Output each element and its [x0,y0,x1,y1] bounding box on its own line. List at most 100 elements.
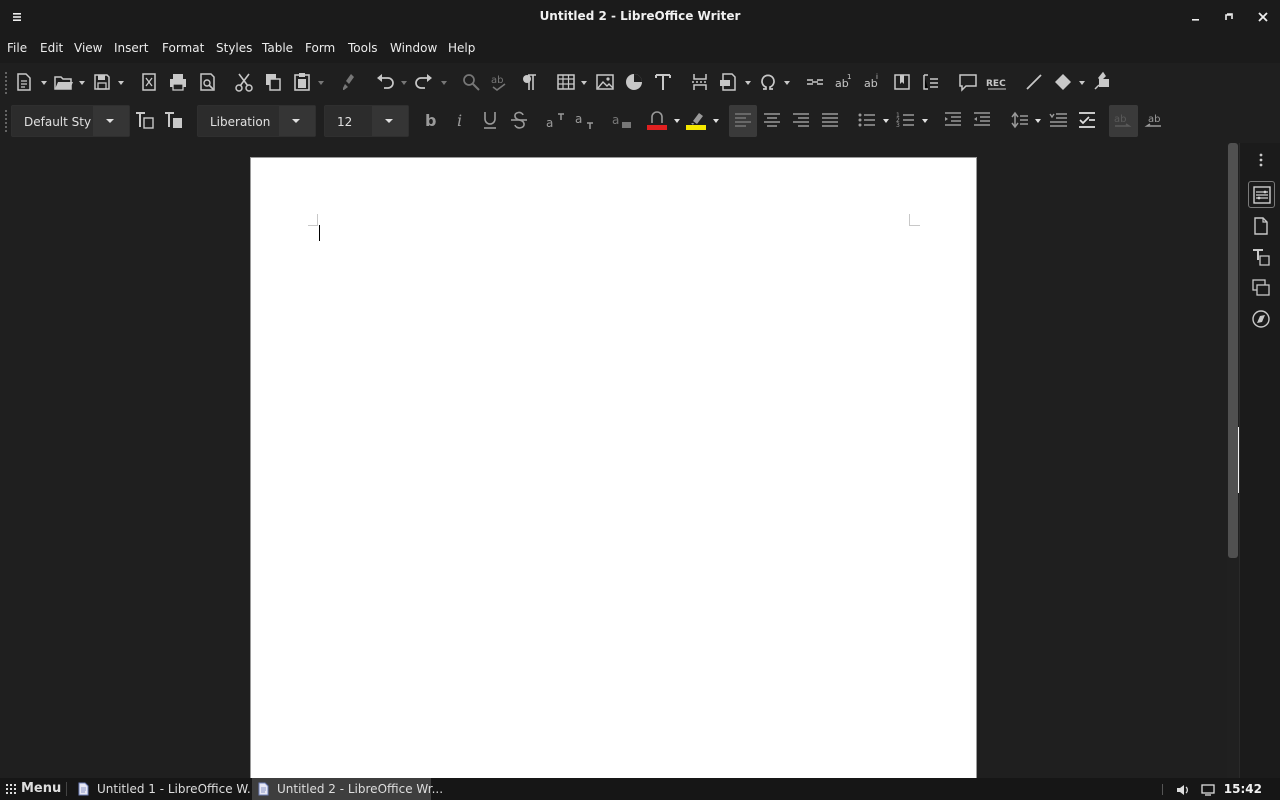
new-document-icon[interactable] [13,71,35,93]
sidebar-navigator-icon[interactable] [1250,308,1272,330]
right-to-left-icon[interactable]: ab [1142,109,1164,131]
menu-table[interactable]: Table [262,41,293,55]
volume-icon[interactable] [1176,782,1190,800]
toolbar-grip[interactable] [4,71,8,95]
notifications-icon[interactable] [1201,782,1216,800]
toolbar-grip[interactable] [4,109,8,133]
font-size-dropdown-button[interactable] [372,106,408,136]
ordered-list-icon[interactable]: 123 [895,109,917,131]
undo-dropdown-icon[interactable] [400,79,408,87]
print-preview-icon[interactable] [196,71,218,93]
export-pdf-icon[interactable] [138,71,160,93]
menu-view[interactable]: View [74,41,102,55]
special-character-dropdown-icon[interactable] [783,79,791,87]
insert-chart-icon[interactable] [623,71,645,93]
highlighting-color-icon[interactable] [685,109,707,131]
hyperlink-icon[interactable] [804,71,826,93]
taskbar-window-untitled-1[interactable]: Untitled 1 - LibreOffice W... [72,778,258,800]
menu-window[interactable]: Window [390,41,437,55]
insert-text-box-icon[interactable] [652,71,674,93]
strikethrough-icon[interactable] [508,109,530,131]
redo-icon[interactable] [413,71,435,93]
close-button[interactable] [1252,6,1274,28]
clear-formatting-icon[interactable]: a [611,109,633,131]
clone-formatting-icon[interactable] [339,71,361,93]
draw-functions-icon[interactable] [1091,71,1113,93]
increase-indent-icon[interactable] [942,109,964,131]
copy-icon[interactable] [262,71,284,93]
paragraph-spacing-icon[interactable] [1047,109,1069,131]
save-icon[interactable] [91,71,113,93]
ordered-list-dropdown-icon[interactable] [921,117,929,125]
paragraph-style-value[interactable]: Default Sty [24,115,94,129]
undo-icon[interactable] [374,71,396,93]
line-spacing-dropdown-icon[interactable] [1034,117,1042,125]
font-name-dropdown-button[interactable] [279,106,315,136]
cut-icon[interactable] [233,71,255,93]
italic-icon[interactable]: i [450,109,472,131]
field-dropdown-icon[interactable] [744,79,752,87]
font-name-combo[interactable]: Liberation [197,105,316,137]
menu-edit[interactable]: Edit [40,41,63,55]
line-spacing-icon[interactable] [1008,109,1030,131]
highlighting-dropdown-icon[interactable] [712,117,720,125]
underline-icon[interactable] [479,109,501,131]
paragraph-settings-icon[interactable] [1076,109,1098,131]
save-dropdown-icon[interactable] [117,79,125,87]
document-page[interactable] [250,157,977,778]
document-area[interactable] [0,143,1227,778]
align-left-icon[interactable] [732,109,754,131]
subscript-icon[interactable]: a [574,109,596,131]
sidebar-styles-icon[interactable] [1250,246,1272,268]
open-dropdown-icon[interactable] [78,79,86,87]
font-name-value[interactable]: Liberation [210,115,280,129]
decrease-indent-icon[interactable] [971,109,993,131]
insert-field-icon[interactable] [718,71,740,93]
sidebar-gallery-icon[interactable] [1250,277,1272,299]
menu-tools[interactable]: Tools [348,41,378,55]
comment-icon[interactable] [957,71,979,93]
unordered-list-dropdown-icon[interactable] [882,117,890,125]
left-to-right-icon[interactable]: ab [1112,109,1134,131]
redo-dropdown-icon[interactable] [440,79,448,87]
menu-file[interactable]: File [7,41,27,55]
align-center-icon[interactable] [761,109,783,131]
special-character-icon[interactable] [757,71,779,93]
track-changes-icon[interactable]: REC [986,71,1008,93]
shapes-dropdown-icon[interactable] [1078,79,1086,87]
sidebar-page-icon[interactable] [1250,215,1272,237]
insert-line-icon[interactable] [1023,71,1045,93]
start-menu-button[interactable]: Menu [0,778,62,800]
font-color-dropdown-icon[interactable] [673,117,681,125]
sidebar-properties-icon[interactable] [1248,181,1275,208]
font-size-combo[interactable]: 12 [324,105,409,137]
taskbar-window-untitled-2[interactable]: Untitled 2 - LibreOffice Wr... [252,778,443,800]
bold-icon[interactable]: b [420,109,442,131]
page-break-icon[interactable] [689,71,711,93]
font-size-value[interactable]: 12 [337,115,373,129]
menu-form[interactable]: Form [305,41,335,55]
open-folder-icon[interactable] [52,71,74,93]
new-style-icon[interactable] [162,109,184,131]
cross-reference-icon[interactable] [920,71,942,93]
maximize-button[interactable] [1218,6,1240,28]
find-replace-icon[interactable] [460,71,482,93]
paste-icon[interactable] [291,71,313,93]
menu-format[interactable]: Format [162,41,204,55]
basic-shapes-icon[interactable] [1052,71,1074,93]
spelling-icon[interactable]: ab [489,71,511,93]
menu-styles[interactable]: Styles [216,41,252,55]
minimize-button[interactable] [1185,6,1207,28]
align-right-icon[interactable] [790,109,812,131]
menu-help[interactable]: Help [448,41,475,55]
font-color-icon[interactable] [646,109,668,131]
unordered-list-icon[interactable] [856,109,878,131]
new-dropdown-icon[interactable] [40,79,48,87]
insert-image-icon[interactable] [594,71,616,93]
insert-table-icon[interactable] [555,71,577,93]
print-icon[interactable] [167,71,189,93]
menu-insert[interactable]: Insert [114,41,148,55]
paragraph-style-combo[interactable]: Default Sty [11,105,130,137]
paste-dropdown-icon[interactable] [317,79,325,87]
update-style-icon[interactable] [133,109,155,131]
